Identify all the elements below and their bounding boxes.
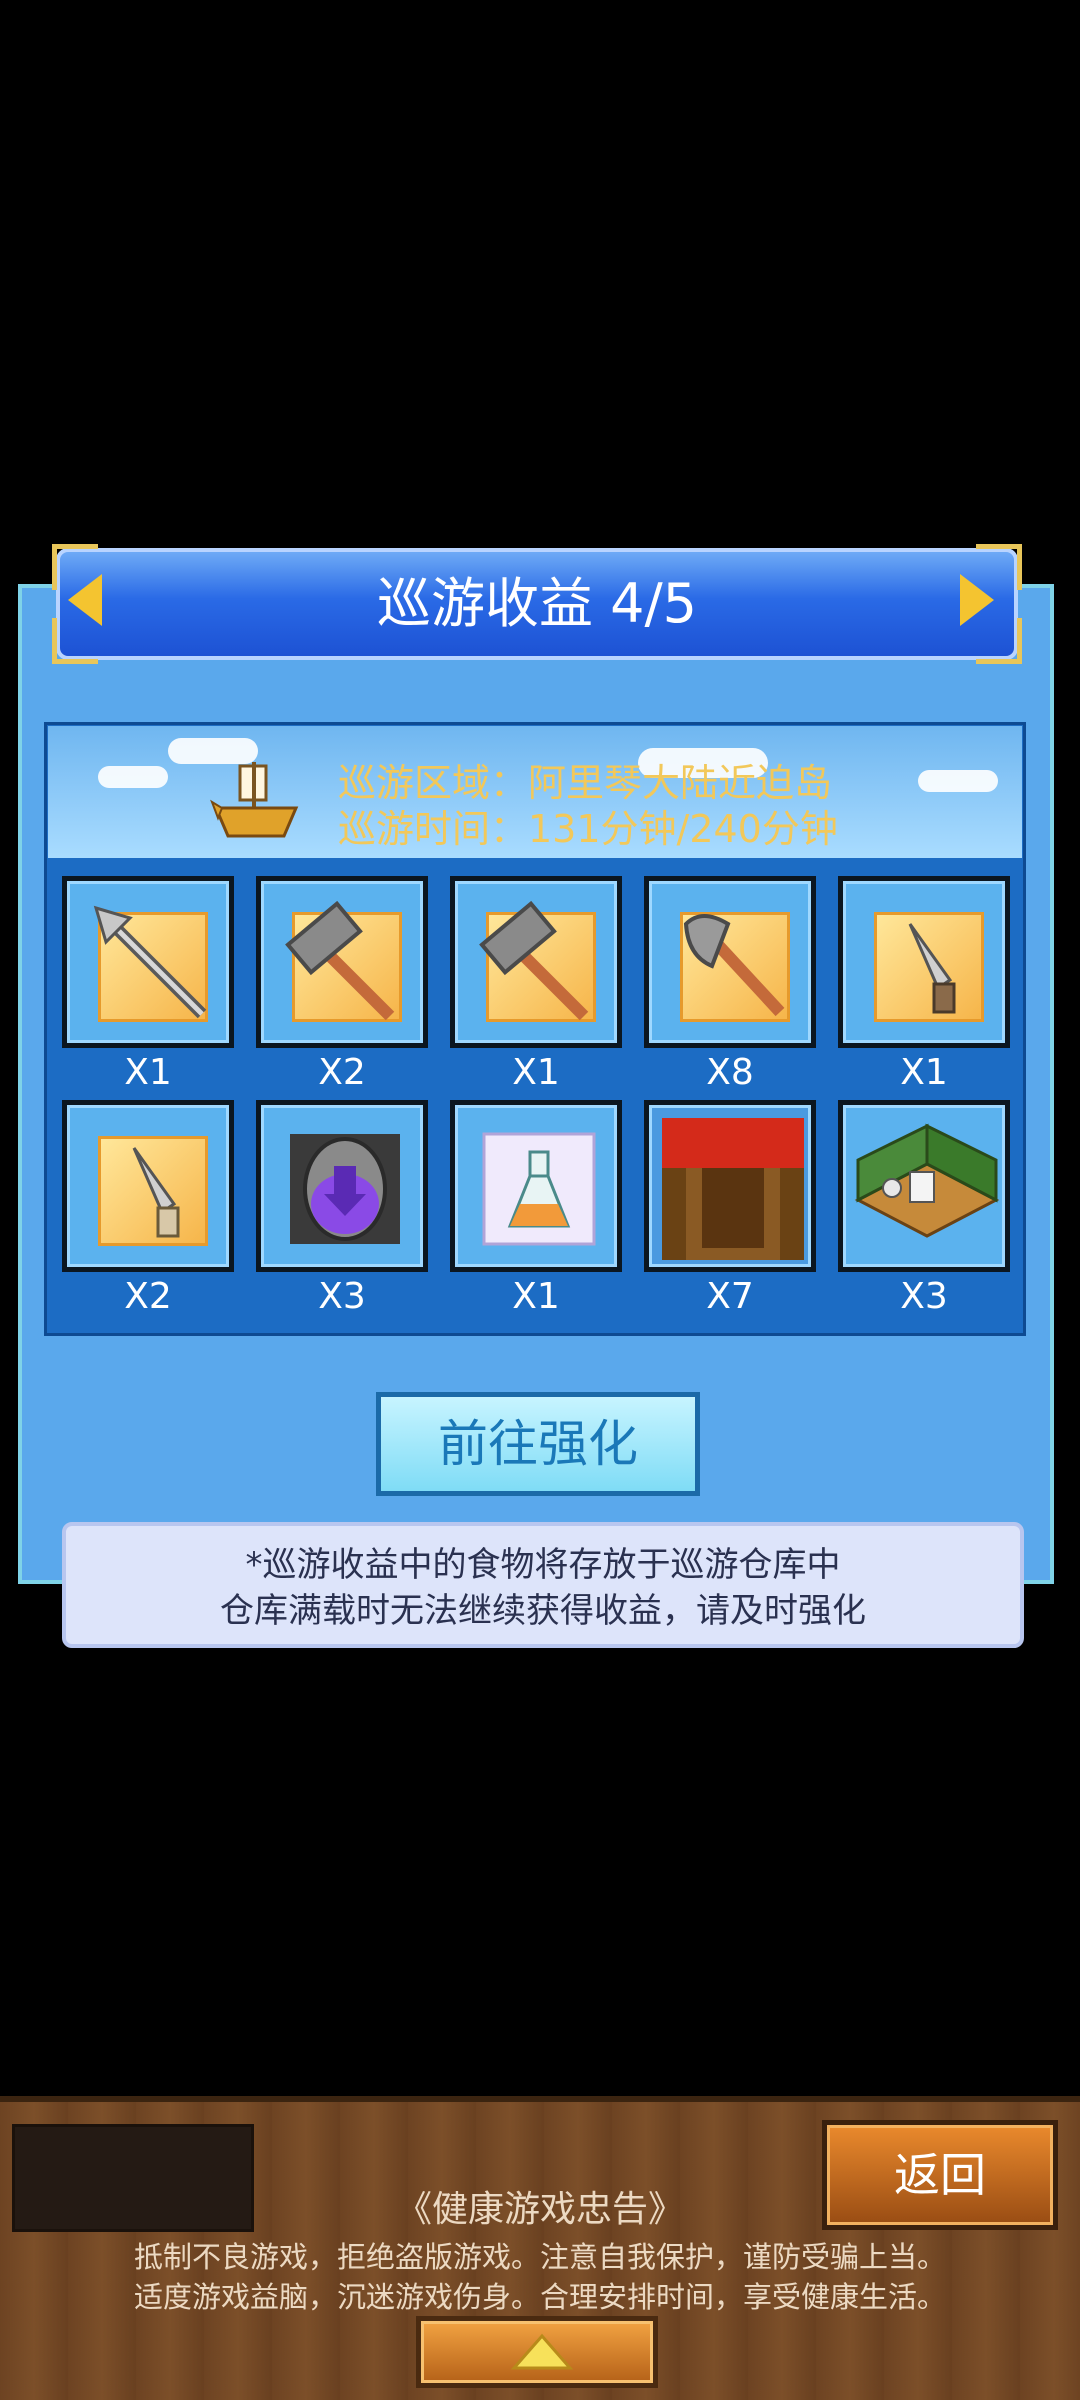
storage-note-line: *巡游收益中的食物将存放于巡游仓库中 [245,1545,841,1585]
cloud-decoration [168,738,258,764]
go-upgrade-label: 前往强化 [381,1397,695,1491]
next-page-button[interactable] [950,568,1000,632]
reward-item-slot[interactable] [256,1100,428,1272]
storage-note: *巡游收益中的食物将存放于巡游仓库中 仓库满载时无法继续获得收益，请及时强化 [62,1522,1024,1648]
hammer-icon [285,900,395,1021]
reward-item-slot[interactable] [838,1100,1010,1272]
axe-icon [683,914,785,1017]
health-notice-line: 抵制不良游戏，拒绝盗版游戏。注意自我保护，谨防受骗上当。 [133,2240,946,2274]
dagger-icon [132,1147,180,1238]
hammer-icon [479,900,589,1021]
item-quantity: X2 [318,1052,366,1093]
cloud-decoration [98,766,168,788]
right-arrow-icon [960,574,994,626]
reward-item-slot[interactable] [62,1100,234,1272]
reward-item-slot[interactable] [256,876,428,1048]
item-quantity: X1 [512,1276,560,1317]
health-notice-title: 《健康游戏忠告》 [395,2189,684,2230]
item-quantity: X1 [900,1052,948,1093]
cloud-decoration [918,770,998,792]
item-quantity: X3 [900,1276,948,1317]
item-quantity: X3 [318,1276,366,1317]
reward-item-slot[interactable] [644,1100,816,1272]
reward-item-slot[interactable] [62,876,234,1048]
item-quantity: X8 [706,1052,754,1093]
purple-egg-icon [290,1134,400,1244]
dagger-icon [908,923,956,1014]
item-quantity: X1 [512,1052,560,1093]
reward-item-slot[interactable] [450,1100,622,1272]
previous-page-button[interactable] [62,568,112,632]
item-quantity: X2 [124,1276,172,1317]
item-quantity: X1 [124,1052,172,1093]
potion-flask-icon [482,1132,596,1246]
dialog-title: 巡游收益 4/5 [376,572,698,635]
up-triangle-icon [510,2333,574,2370]
brown-block-icon [662,1118,804,1260]
health-notice-line: 适度游戏益脑，沉迷游戏伤身。合理安排时间，享受健康生活。 [133,2280,946,2314]
ship-icon [210,762,299,838]
reward-item-slot[interactable] [450,876,622,1048]
expand-menu-button[interactable] [416,2316,658,2388]
item-quantity: X7 [706,1276,754,1317]
storage-note-line: 仓库满载时无法继续获得收益，请及时强化 [220,1591,866,1631]
room-furniture-icon [854,1123,1000,1238]
spear-icon [93,905,207,1019]
cruise-time-label: 巡游时间：131分钟/240分钟 [338,807,838,851]
left-arrow-icon [68,574,102,626]
go-upgrade-button[interactable]: 前往强化 [376,1392,700,1496]
reward-item-slot[interactable] [838,876,1010,1048]
reward-item-slot[interactable] [644,876,816,1048]
